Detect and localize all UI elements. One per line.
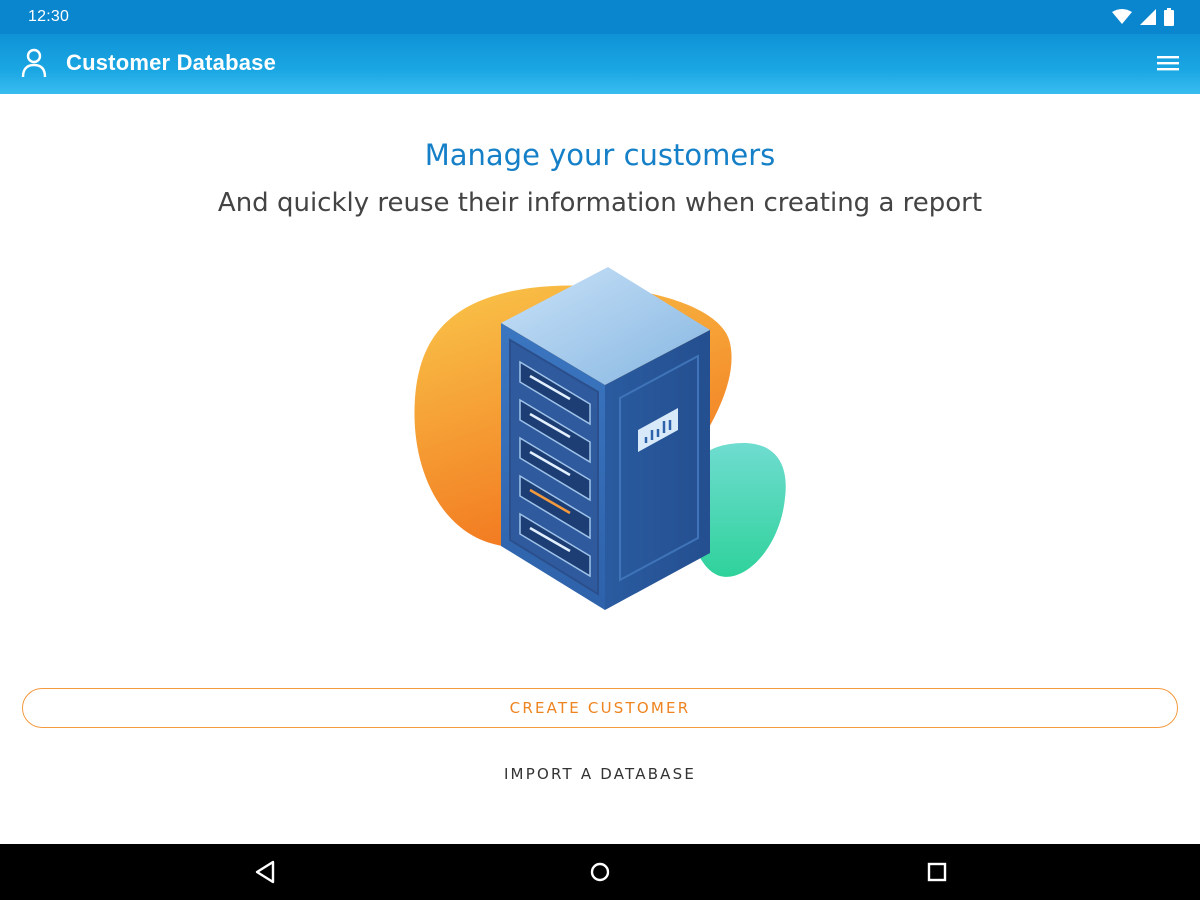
menu-icon[interactable] — [1156, 52, 1180, 74]
system-nav-bar — [0, 844, 1200, 900]
back-icon[interactable] — [252, 858, 280, 886]
import-database-button[interactable]: IMPORT A DATABASE — [400, 760, 800, 788]
app-bar: Customer Database — [0, 34, 1200, 94]
create-customer-button[interactable]: CREATE CUSTOMER — [22, 688, 1178, 728]
server-rack-illustration — [414, 267, 786, 610]
recents-icon[interactable] — [923, 858, 951, 886]
status-icons — [1112, 8, 1174, 26]
status-time: 12:30 — [28, 8, 70, 25]
status-bar: 12:30 — [0, 0, 1200, 34]
signal-icon — [1140, 9, 1156, 25]
home-icon[interactable] — [586, 858, 614, 886]
page-subtitle: And quickly reuse their information when… — [217, 188, 983, 218]
battery-icon — [1164, 8, 1174, 26]
page-title: Manage your customers — [424, 138, 776, 172]
app-title: Customer Database — [66, 50, 277, 75]
user-icon — [21, 48, 47, 78]
screen: 12:30 Customer Database Manage your cust… — [0, 0, 1200, 900]
wifi-icon — [1112, 9, 1132, 24]
